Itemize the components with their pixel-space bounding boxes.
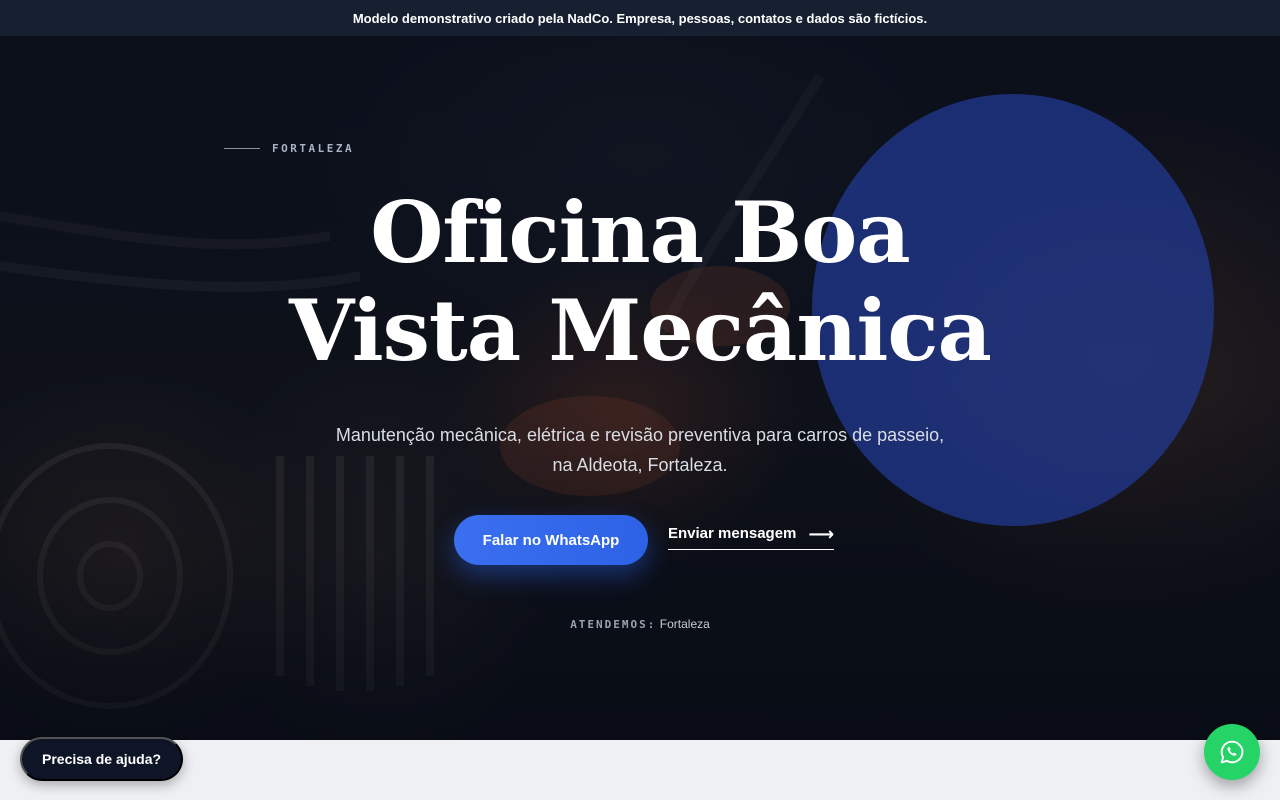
whatsapp-cta-button[interactable]: Falar no WhatsApp [454,515,648,565]
service-area-value: Fortaleza [659,617,710,631]
subtitle-line-1: Manutenção mecânica, elétrica e revisão … [335,425,945,445]
hero-actions: Falar no WhatsApp Enviar mensagem ⟶ [454,515,835,565]
page-title: Oficina Boa Vista Mecânica [0,184,1280,380]
send-message-label: Enviar mensagem [668,525,797,542]
demo-banner: Modelo demonstrativo criado pela NadCo. … [0,0,1280,36]
help-button[interactable]: Precisa de ajuda? [20,737,184,781]
subtitle-line-2: na Aldeota, Fortaleza. [552,455,728,475]
hero-section: FORTALEZA Oficina Boa Vista Mecânica Man… [0,36,1280,740]
demo-banner-text: Modelo demonstrativo criado pela NadCo. … [352,10,928,26]
location-eyebrow: FORTALEZA [224,142,354,155]
eyebrow-divider [224,148,260,149]
service-area: ATENDEMOS: Fortaleza [0,617,1280,631]
title-line-1: Oficina Boa [370,183,910,282]
title-line-2: Vista Mecânica [289,281,992,380]
hero-subtitle: Manutenção mecânica, elétrica e revisão … [200,420,1080,480]
whatsapp-icon [1220,740,1244,764]
eyebrow-label: FORTALEZA [272,142,355,155]
send-message-link[interactable]: Enviar mensagem ⟶ [668,523,835,550]
next-section [0,740,1280,800]
service-area-label: ATENDEMOS: [570,618,657,631]
arrow-right-icon: ⟶ [808,523,835,544]
whatsapp-floating-button[interactable] [1204,724,1260,780]
